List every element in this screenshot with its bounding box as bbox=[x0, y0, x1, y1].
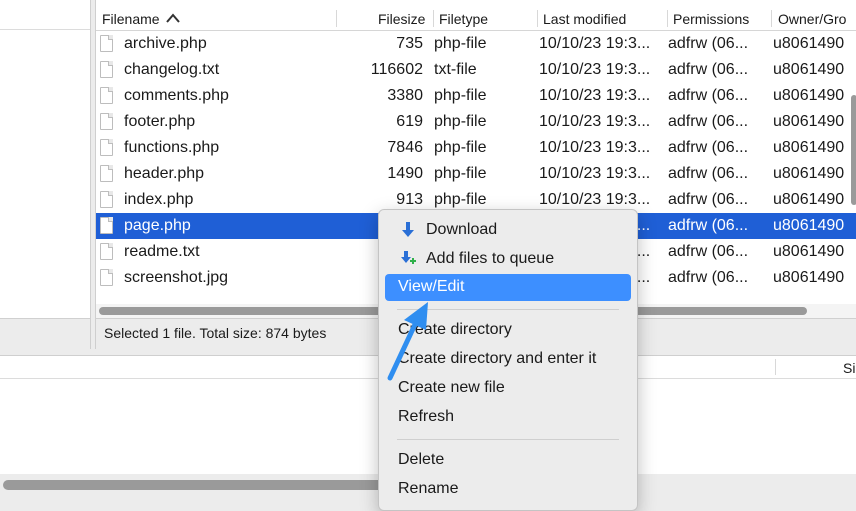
table-row[interactable]: archive.php 735 php-file 10/10/23 19:3... ad… bbox=[96, 31, 856, 57]
column-filetype[interactable]: Filetype bbox=[439, 11, 488, 27]
table-row[interactable]: comments.php 3380 php-file 10/10/23 19:3...… bbox=[96, 83, 856, 109]
menu-item-add-to-queue[interactable]: Add files to queue bbox=[385, 246, 631, 273]
column-separator[interactable] bbox=[336, 10, 337, 27]
file-icon bbox=[100, 35, 113, 52]
table-row[interactable]: functions.php 7846 php-file 10/10/23 19:3..… bbox=[96, 135, 856, 161]
file-icon bbox=[100, 269, 113, 286]
local-pane-header bbox=[0, 0, 90, 30]
column-header-bar: Filename Filesize Filetype Last modified… bbox=[96, 7, 856, 31]
column-permissions[interactable]: Permissions bbox=[673, 11, 749, 27]
menu-item-delete[interactable]: Delete bbox=[385, 447, 631, 474]
column-owner-group[interactable]: Owner/Gro bbox=[778, 11, 846, 27]
add-to-queue-icon bbox=[401, 251, 416, 264]
column-separator[interactable] bbox=[433, 10, 434, 27]
local-file-pane[interactable] bbox=[0, 0, 91, 349]
vertical-scrollbar[interactable] bbox=[851, 95, 856, 205]
file-icon bbox=[100, 165, 113, 182]
sort-ascending-icon bbox=[165, 13, 180, 23]
annotation-arrow-icon bbox=[387, 302, 428, 381]
menu-item-rename[interactable]: Rename bbox=[385, 476, 631, 503]
file-icon bbox=[100, 191, 113, 208]
table-row[interactable]: header.php 1490 php-file 10/10/23 19:3... ad… bbox=[96, 161, 856, 187]
queue-column-size[interactable]: Si bbox=[843, 360, 855, 376]
column-separator[interactable] bbox=[537, 10, 538, 27]
column-separator[interactable] bbox=[775, 359, 776, 375]
menu-separator bbox=[397, 439, 619, 440]
column-last-modified[interactable]: Last modified bbox=[543, 11, 626, 27]
file-icon bbox=[100, 61, 113, 78]
file-icon bbox=[100, 217, 113, 234]
file-icon bbox=[100, 113, 113, 130]
scrollbar-thumb[interactable] bbox=[3, 480, 423, 490]
download-arrow-icon bbox=[402, 222, 414, 237]
local-pane-status bbox=[0, 318, 90, 349]
column-separator[interactable] bbox=[771, 10, 772, 27]
menu-item-refresh[interactable]: Refresh bbox=[385, 404, 631, 431]
column-filename[interactable]: Filename bbox=[102, 11, 181, 27]
file-icon bbox=[100, 87, 113, 104]
table-row[interactable]: footer.php 619 php-file 10/10/23 19:3... adf… bbox=[96, 109, 856, 135]
table-row[interactable]: changelog.txt 116602 txt-file 10/10/23 19:3… bbox=[96, 57, 856, 83]
file-icon bbox=[100, 139, 113, 156]
file-icon bbox=[100, 243, 113, 260]
menu-item-download[interactable]: Download bbox=[385, 217, 631, 244]
column-filesize[interactable]: Filesize bbox=[378, 11, 425, 27]
selection-status-text: Selected 1 file. Total size: 874 bytes bbox=[104, 325, 327, 341]
menu-item-view-edit[interactable]: View/Edit bbox=[385, 274, 631, 301]
column-separator[interactable] bbox=[667, 10, 668, 27]
